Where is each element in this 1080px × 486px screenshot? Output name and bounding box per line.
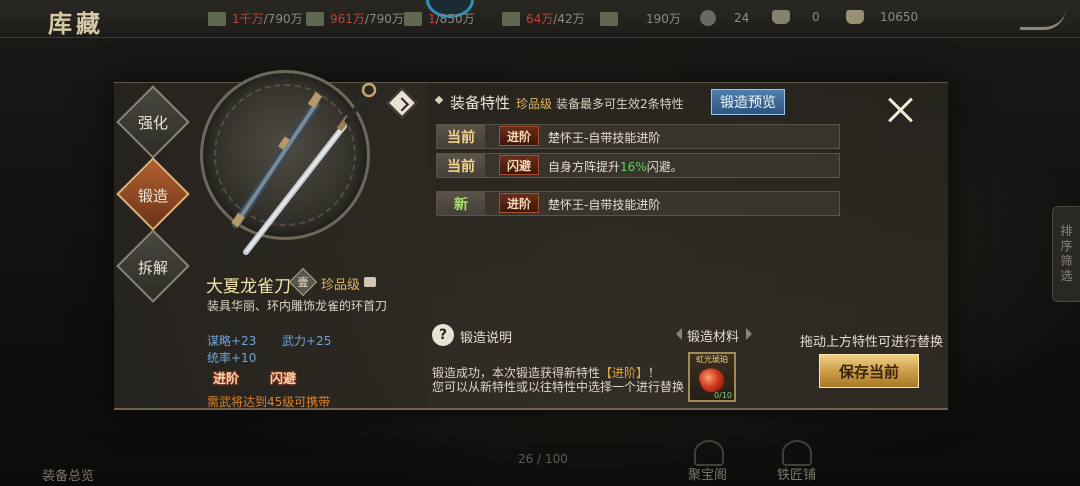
inventory-counter: 26 / 100	[518, 452, 568, 466]
equipment-overview-button[interactable]: 装备总览	[42, 465, 94, 484]
trait-status: 当前	[437, 125, 485, 148]
coin-icon	[700, 10, 716, 26]
treasure-pavilion-button[interactable]: 聚宝阁	[688, 464, 727, 483]
forge-result-line-2: 您可以从新特性或以往特性中选择一个进行替换	[432, 380, 685, 394]
stat-force: 武力+25	[282, 334, 332, 348]
bamboo-icon	[208, 11, 226, 26]
traits-section-title: 装备特性	[450, 94, 511, 112]
traits-section-note: 装备最多可生效2条特性	[556, 97, 684, 111]
resource-current: 1千万	[232, 12, 264, 26]
close-icon[interactable]	[886, 96, 914, 124]
trait-tag: 进阶	[499, 193, 539, 213]
material-slot[interactable]: 虹光琥珀 0/10	[688, 352, 736, 402]
material-label: 锻造材料	[687, 330, 740, 345]
trait-status: 当前	[437, 154, 485, 177]
forge-help-label[interactable]: 锻造说明	[460, 327, 512, 346]
resource-total: /42万	[553, 12, 585, 26]
gold-ingot-icon	[846, 10, 864, 24]
resource-grain: 961万/790万	[306, 10, 404, 27]
grain-icon	[306, 11, 324, 26]
trait-text-post: 闪避。	[646, 160, 683, 174]
resource-value: 0	[812, 10, 820, 24]
strengthen-tab-label[interactable]: 强化	[123, 112, 183, 133]
resource-troop: 190万	[600, 10, 681, 27]
trait-status: 新	[437, 192, 485, 215]
bag-icon	[364, 277, 376, 287]
smithy-icon[interactable]	[782, 440, 812, 466]
item-description: 装具华丽、环内雕饰龙雀的环首刀	[207, 299, 388, 313]
resource-cloth: 64万/42万	[502, 10, 585, 27]
resource-gold: 10650	[846, 10, 918, 24]
resource-value: 190万	[646, 12, 681, 26]
grade-badge-text: 壹	[297, 276, 309, 289]
material-name: 虹光琥珀	[696, 355, 728, 364]
resource-total: /790万	[364, 12, 404, 26]
page-title: 库藏	[48, 9, 104, 38]
sort-filter-tab[interactable]: 排 序 筛 选	[1052, 206, 1080, 302]
side-tab-char: 序	[1060, 239, 1073, 253]
trait-description: 楚怀王-自带技能进阶	[548, 198, 661, 212]
treasure-pavilion-icon[interactable]	[694, 440, 724, 466]
cloth-icon	[502, 11, 520, 26]
resource-silver: 0	[772, 10, 820, 24]
resource-ore: 1/850万	[404, 10, 475, 27]
resource-coin: 24	[700, 10, 749, 26]
item-name: 大夏龙雀刀	[206, 277, 291, 297]
material-count: 0/10	[714, 391, 732, 400]
help-icon[interactable]: ?	[432, 324, 454, 346]
trait-row-current-1[interactable]: 当前 进阶 楚怀王-自带技能进阶	[436, 124, 840, 149]
ore-icon	[404, 11, 422, 26]
dismantle-tab-label[interactable]: 拆解	[123, 257, 183, 278]
resource-current: 961万	[330, 12, 365, 26]
trait-text-pre: 自身方阵提升	[548, 160, 621, 174]
resource-current: 1	[428, 12, 436, 26]
drag-hint: 拖动上方特性可进行替换	[800, 335, 944, 350]
stat-strategy: 谋略+23	[207, 334, 257, 348]
trait-description: 楚怀王-自带技能进阶	[548, 131, 661, 145]
resource-bamboo: 1千万/790万	[208, 10, 303, 27]
resource-value: 10650	[880, 10, 919, 24]
stat-command: 统率+10	[207, 351, 257, 365]
forge-preview-button[interactable]: 锻造预览	[711, 89, 785, 115]
sword-image	[231, 82, 377, 255]
back-icon[interactable]	[1020, 4, 1066, 30]
trait-row-new[interactable]: 新 进阶 楚怀王-自带技能进阶	[436, 191, 840, 216]
side-tab-char: 排	[1060, 224, 1073, 238]
resource-total: /790万	[263, 12, 303, 26]
side-tab-char: 选	[1060, 269, 1073, 283]
trait-tag: 闪避	[499, 155, 539, 175]
smithy-button[interactable]: 铁匠铺	[777, 464, 816, 483]
resource-value: 24	[734, 11, 750, 25]
item-trait-advance: 进阶	[213, 372, 240, 387]
forge-tab-label[interactable]: 锻造	[123, 185, 183, 206]
top-bar: 库藏 1千万/790万 961万/790万 1/850万 64万/42万 190…	[0, 0, 1080, 38]
traits-section-grade: 珍品级	[516, 97, 553, 111]
silver-icon	[772, 10, 790, 24]
trait-row-current-2[interactable]: 当前 闪避 自身方阵提升16%闪避。	[436, 153, 840, 178]
level-requirement: 需武将达到45级可携带	[207, 395, 331, 409]
side-tab-char: 筛	[1060, 254, 1073, 268]
item-trait-dodge: 闪避	[270, 372, 297, 387]
resource-total: /850万	[435, 12, 475, 26]
resource-current: 64万	[526, 12, 554, 26]
item-grade: 珍品级	[321, 278, 361, 293]
trait-description: 自身方阵提升16%闪避。	[548, 158, 683, 175]
material-header: 锻造材料	[676, 323, 752, 345]
save-current-button[interactable]: 保存当前	[819, 354, 919, 388]
trait-tag: 进阶	[499, 126, 539, 146]
troop-icon	[600, 11, 618, 26]
trait-text-highlight: 16%	[620, 160, 647, 174]
